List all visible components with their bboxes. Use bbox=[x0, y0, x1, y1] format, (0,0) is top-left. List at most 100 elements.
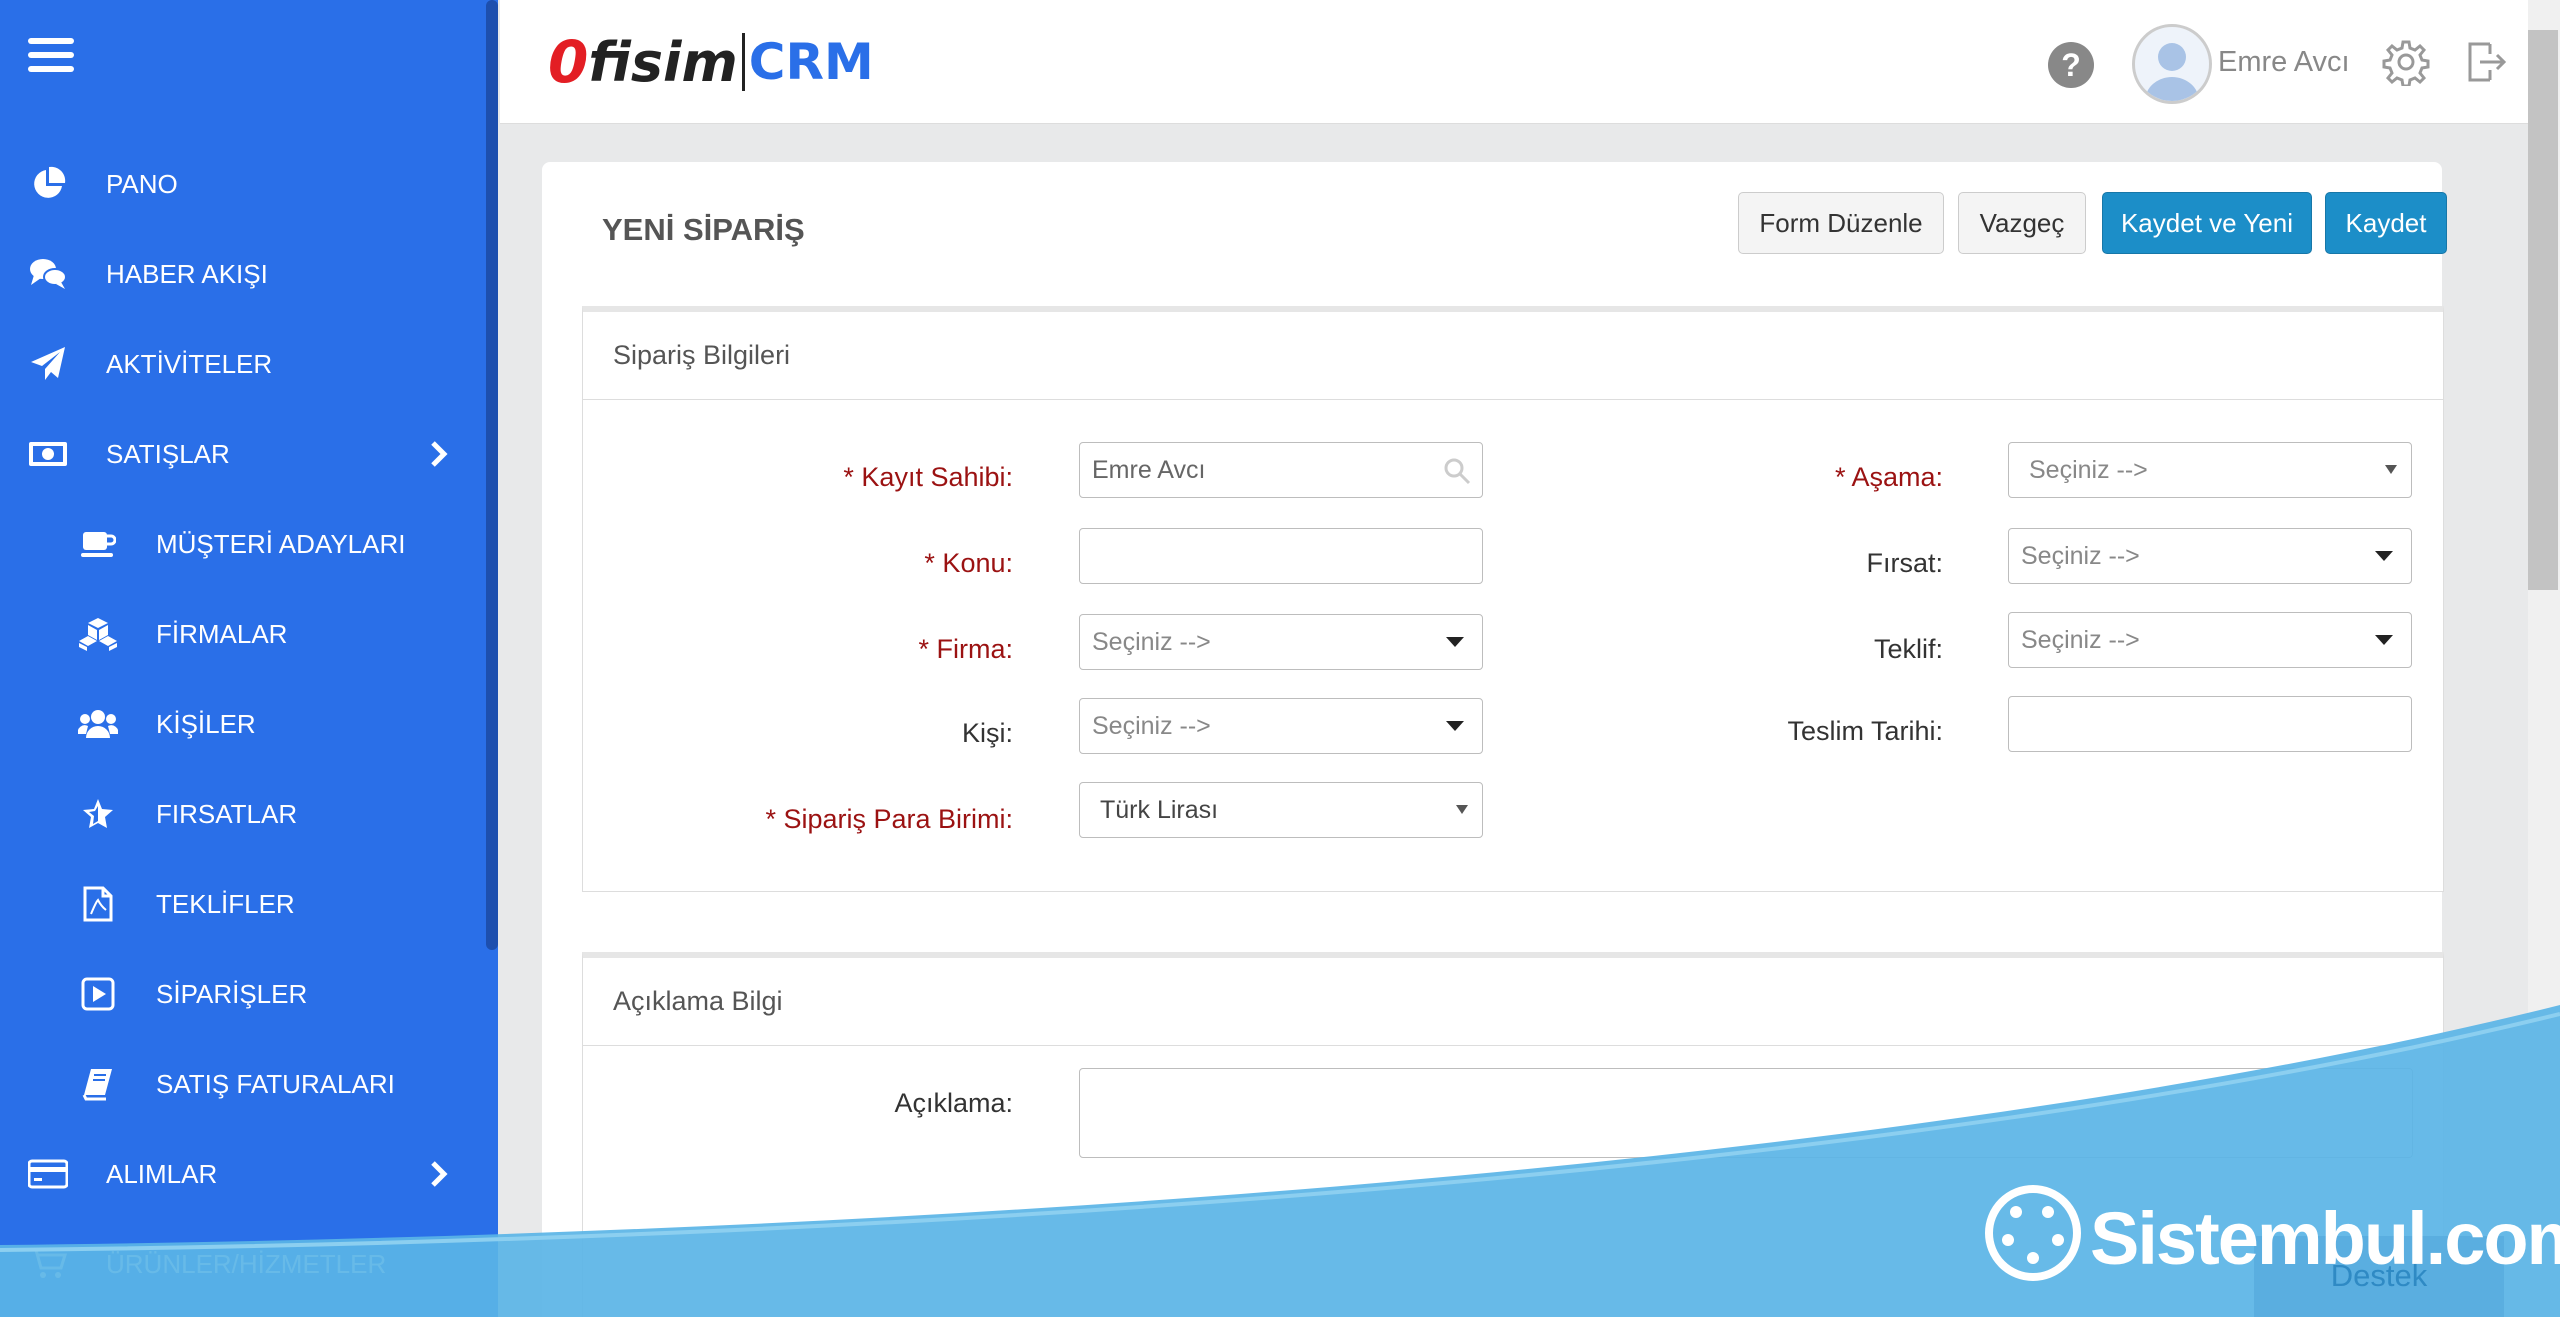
opportunity-label: Fırsat: bbox=[1866, 548, 1943, 578]
stage-label: * Aşama: bbox=[1834, 462, 1943, 492]
pdf-file-icon bbox=[78, 884, 118, 924]
gear-icon[interactable] bbox=[2382, 38, 2430, 86]
money-icon bbox=[28, 434, 68, 474]
delivery-date-label: Teslim Tarihi: bbox=[1787, 716, 1943, 746]
owner-field[interactable]: Emre Avcı bbox=[1079, 442, 1483, 498]
logo-letter: 0 bbox=[548, 28, 589, 96]
description-label: Açıklama: bbox=[894, 1088, 1013, 1118]
new-order-card: YENİ SİPARİŞ Form Düzenle Vazgeç Kaydet … bbox=[542, 162, 2447, 1317]
sidebar-item-label: ÜRÜNLER/HİZMETLER bbox=[106, 1248, 387, 1279]
currency-label: * Sipariş Para Birimi: bbox=[765, 804, 1013, 834]
sidebar-item-label: HABER AKIŞI bbox=[106, 258, 268, 289]
caret-down-icon bbox=[2375, 551, 2393, 561]
panel-heading: Sipariş Bilgileri bbox=[583, 312, 2443, 400]
sidebar-item-label: MÜŞTERİ ADAYLARI bbox=[156, 528, 406, 559]
caret-down-icon bbox=[1456, 805, 1468, 814]
logout-icon[interactable] bbox=[2464, 40, 2508, 84]
sidebar-item-label: PANO bbox=[106, 168, 178, 199]
owner-label: * Kayıt Sahibi: bbox=[843, 462, 1013, 492]
sidebar-item-label: SATIŞ FATURALARI bbox=[156, 1068, 395, 1099]
form-edit-button[interactable]: Form Düzenle bbox=[1738, 192, 1944, 254]
chevron-right-icon bbox=[431, 441, 448, 467]
sidebar-item-alimlar[interactable]: ALIMLAR bbox=[0, 1134, 486, 1214]
logo-crm: CRM bbox=[741, 33, 874, 91]
sidebar-item-firsatlar[interactable]: FIRSATLAR bbox=[0, 774, 486, 854]
avatar[interactable] bbox=[2132, 24, 2212, 104]
chevron-right-icon bbox=[431, 1161, 448, 1187]
currency-select[interactable]: Türk Lirası bbox=[1079, 782, 1483, 838]
sidebar-item-satislar[interactable]: SATIŞLAR bbox=[0, 414, 486, 494]
company-label: * Firma: bbox=[918, 634, 1014, 664]
pie-chart-icon bbox=[28, 164, 68, 204]
sidebar-item-label: SATIŞLAR bbox=[106, 438, 230, 469]
sidebar-item-urunler-hizmetler[interactable]: ÜRÜNLER/HİZMETLER bbox=[0, 1224, 486, 1304]
person-select[interactable]: Seçiniz --> bbox=[1079, 698, 1483, 754]
sidebar-item-kisiler[interactable]: KİŞİLER bbox=[0, 684, 486, 764]
sidebar-item-label: KİŞİLER bbox=[156, 708, 256, 739]
user-name[interactable]: Emre Avcı bbox=[2218, 46, 2350, 79]
sidebar-item-satis-faturalari[interactable]: SATIŞ FATURALARI bbox=[0, 1044, 486, 1124]
credit-card-icon bbox=[28, 1154, 68, 1194]
page-title: YENİ SİPARİŞ bbox=[602, 212, 805, 247]
delivery-date-input[interactable] bbox=[2008, 696, 2412, 752]
paper-plane-icon bbox=[28, 344, 68, 384]
play-square-icon bbox=[78, 974, 118, 1014]
offer-select[interactable]: Seçiniz --> bbox=[2008, 612, 2412, 668]
caret-down-icon bbox=[2375, 635, 2393, 645]
company-select[interactable]: Seçiniz --> bbox=[1079, 614, 1483, 670]
scrollbar-thumb[interactable] bbox=[2528, 30, 2558, 590]
opportunity-select[interactable]: Seçiniz --> bbox=[2008, 528, 2412, 584]
subject-input[interactable] bbox=[1079, 528, 1483, 584]
ofisim-crm-logo[interactable]: 0 fisim CRM bbox=[548, 22, 874, 102]
sistembul-logo-icon bbox=[1985, 1185, 2081, 1281]
cancel-button[interactable]: Vazgeç bbox=[1958, 192, 2086, 254]
save-and-new-button[interactable]: Kaydet ve Yeni bbox=[2102, 192, 2312, 254]
search-icon[interactable] bbox=[1442, 456, 1472, 486]
currency-value: Türk Lirası bbox=[1100, 795, 1219, 824]
page-scrollbar[interactable] bbox=[2528, 0, 2560, 1317]
logo-word: fisim bbox=[588, 30, 738, 94]
sidebar-item-teklifler[interactable]: TEKLİFLER bbox=[0, 864, 486, 944]
caret-down-icon bbox=[1446, 721, 1464, 731]
person-label: Kişi: bbox=[961, 718, 1013, 748]
coffee-icon bbox=[78, 524, 118, 564]
chat-icon bbox=[28, 254, 68, 294]
offer-placeholder: Seçiniz --> bbox=[2021, 625, 2140, 654]
offer-label: Teklif: bbox=[1873, 634, 1943, 664]
sidebar-item-haber-akisi[interactable]: HABER AKIŞI bbox=[0, 234, 486, 314]
sidebar-item-label: TEKLİFLER bbox=[156, 888, 295, 919]
sidebar-item-label: AKTİVİTELER bbox=[106, 348, 273, 379]
sidebar-item-firmalar[interactable]: FİRMALAR bbox=[0, 594, 486, 674]
sidebar-item-siparisler[interactable]: SİPARİŞLER bbox=[0, 954, 486, 1034]
stage-select[interactable]: Seçiniz --> bbox=[2008, 442, 2412, 498]
description-textarea[interactable] bbox=[1079, 1068, 2413, 1158]
hamburger-menu-icon[interactable] bbox=[28, 38, 74, 78]
cart-icon bbox=[28, 1244, 68, 1284]
caret-down-icon bbox=[2385, 465, 2397, 474]
sidebar-item-label: SİPARİŞLER bbox=[156, 978, 308, 1009]
caret-down-icon bbox=[1446, 637, 1464, 647]
book-icon bbox=[78, 1064, 118, 1104]
sidebar: PANO HABER AKIŞI AKTİVİTELER SATIŞLAR MÜ… bbox=[0, 0, 498, 1317]
star-icon bbox=[78, 794, 118, 834]
sidebar-item-musteri-adaylari[interactable]: MÜŞTERİ ADAYLARI bbox=[0, 504, 486, 584]
subject-label: * Konu: bbox=[924, 548, 1013, 578]
owner-value: Emre Avcı bbox=[1092, 455, 1206, 484]
cubes-icon bbox=[78, 614, 118, 654]
order-info-panel: Sipariş Bilgileri * Kayıt Sahibi: Emre A… bbox=[582, 306, 2444, 892]
save-button[interactable]: Kaydet bbox=[2325, 192, 2447, 254]
stage-placeholder: Seçiniz --> bbox=[2029, 455, 2148, 484]
watermark-text: Sistembul.com bbox=[2090, 1197, 2560, 1280]
top-header: 0 fisim CRM ? Emre Avcı bbox=[500, 0, 2528, 124]
opportunity-placeholder: Seçiniz --> bbox=[2021, 541, 2140, 570]
panel-heading: Açıklama Bilgi bbox=[583, 958, 2443, 1046]
help-icon[interactable]: ? bbox=[2048, 42, 2094, 88]
sidebar-item-label: FIRSATLAR bbox=[156, 798, 298, 829]
sidebar-item-pano[interactable]: PANO bbox=[0, 144, 486, 224]
person-placeholder: Seçiniz --> bbox=[1092, 711, 1211, 740]
sidebar-item-label: FİRMALAR bbox=[156, 618, 288, 649]
company-placeholder: Seçiniz --> bbox=[1092, 627, 1211, 656]
sidebar-scrollbar[interactable] bbox=[486, 0, 498, 950]
sidebar-item-aktiviteler[interactable]: AKTİVİTELER bbox=[0, 324, 486, 404]
users-icon bbox=[78, 704, 118, 744]
